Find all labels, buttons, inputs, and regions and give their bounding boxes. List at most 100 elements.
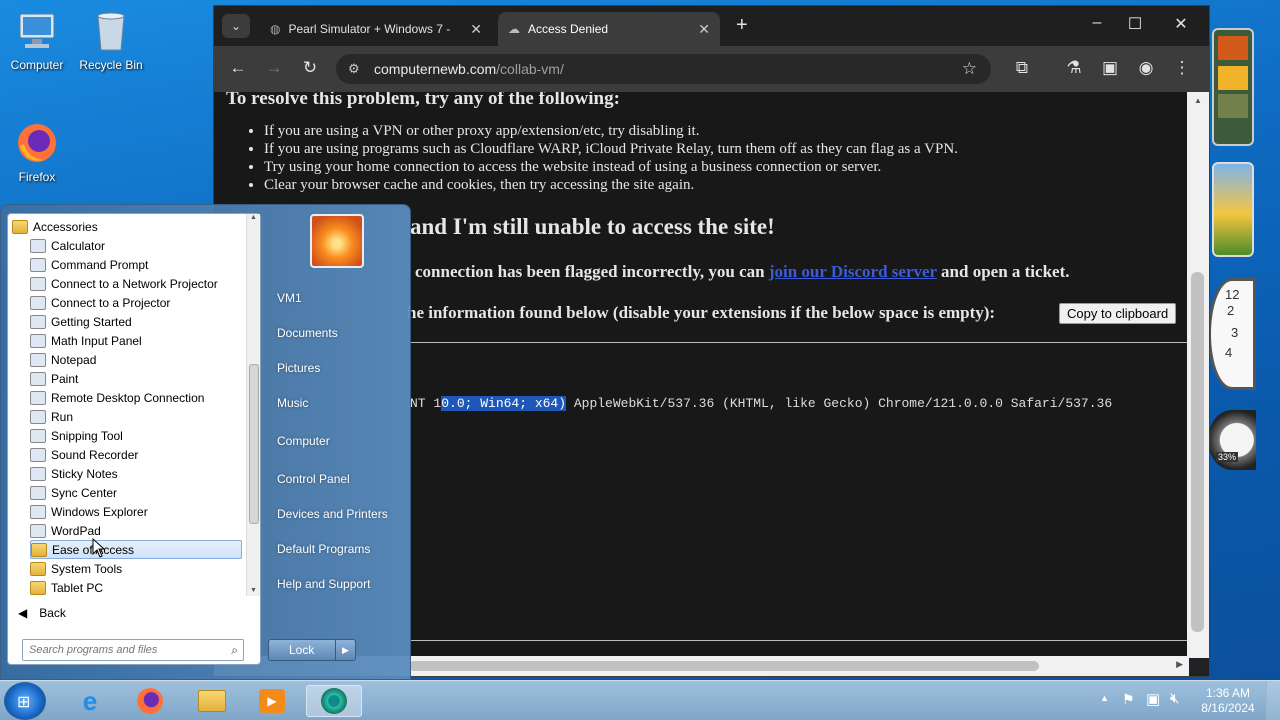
start-button[interactable]: ⊞ (4, 682, 46, 720)
start-menu-link[interactable]: Pictures (277, 361, 320, 375)
search-box[interactable]: ⌕ (22, 639, 244, 661)
back-label: Back (39, 606, 66, 620)
tab-search-button[interactable]: ⌄ (222, 14, 250, 38)
network-icon[interactable]: ▣ (1146, 690, 1160, 708)
programs-scrollbar[interactable]: ▲ ▼ (246, 214, 260, 596)
program-item[interactable]: Connect to a Network Projector (30, 274, 242, 293)
folder-accessories[interactable]: Accessories (12, 217, 246, 236)
start-menu-link[interactable]: Music (277, 396, 308, 410)
url-domain: computernewb.com (374, 61, 497, 77)
reload-button[interactable]: ↻ (298, 58, 322, 78)
picture-gadget[interactable] (1212, 162, 1254, 257)
globe-icon: ◍ (270, 22, 281, 36)
program-icon (30, 447, 46, 462)
internet-explorer-icon: e (82, 685, 98, 716)
start-menu-programs-pane: Accessories Calculator Command Prompt Conn… (7, 213, 261, 665)
desktop-icon-computer[interactable]: Computer (2, 8, 72, 72)
back-button[interactable]: ◀ Back (18, 606, 66, 620)
program-item[interactable]: Snipping Tool (30, 426, 242, 445)
vertical-scrollbar[interactable]: ▲ (1187, 92, 1209, 658)
program-item[interactable]: Sound Recorder (30, 445, 242, 464)
program-item[interactable]: Command Prompt (30, 255, 242, 274)
flagged-text: connection has been flagged incorrectly,… (415, 262, 765, 281)
start-menu-link[interactable]: Computer (277, 434, 330, 448)
scroll-right-arrow-icon[interactable]: ▶ (1176, 659, 1183, 670)
program-icon (30, 466, 46, 481)
clock-gadget: 12 2 3 4 (1208, 278, 1256, 390)
labs-flask-icon[interactable]: ⚗ (1062, 58, 1086, 78)
profile-avatar-icon[interactable]: ◉ (1134, 58, 1158, 78)
volume-muted-icon[interactable]: 🔇︎ (1170, 690, 1179, 707)
close-window-button[interactable]: ✕ (1166, 14, 1196, 34)
scroll-thumb[interactable] (249, 364, 259, 524)
side-panel-icon[interactable]: ▣ (1098, 58, 1122, 78)
lock-options-arrow-icon[interactable]: ▶ (335, 640, 355, 660)
scroll-down-arrow-icon[interactable]: ▼ (247, 587, 260, 594)
desktop-icon-label: Computer (10, 58, 64, 72)
show-desktop-button[interactable] (1266, 681, 1280, 720)
program-item[interactable]: Paint (30, 369, 242, 388)
close-tab-icon[interactable]: ✕ (698, 21, 710, 38)
program-item[interactable]: Ease of Access (30, 540, 242, 559)
search-input[interactable] (23, 640, 213, 660)
start-menu-link[interactable]: Devices and Printers (277, 507, 388, 521)
program-item[interactable]: Windows Explorer (30, 502, 242, 521)
scroll-up-arrow-icon[interactable]: ▲ (1187, 92, 1209, 105)
lock-label: Lock (289, 643, 315, 657)
program-item[interactable]: Tablet PC (30, 578, 242, 596)
taskbar-windows-explorer[interactable] (184, 685, 240, 717)
minimize-button[interactable]: – (1082, 14, 1112, 32)
desktop-icon-recycle-bin[interactable]: Recycle Bin (76, 8, 146, 72)
scroll-thumb[interactable] (1191, 272, 1204, 632)
start-menu-link[interactable]: Default Programs (277, 542, 370, 556)
program-item[interactable]: System Tools (30, 559, 242, 578)
program-item[interactable]: Remote Desktop Connection (30, 388, 242, 407)
program-item[interactable]: Getting Started (30, 312, 242, 331)
program-item[interactable]: Math Input Panel (30, 331, 242, 350)
extensions-icon[interactable]: ⧉ (1010, 58, 1034, 78)
taskbar-chrome[interactable] (306, 685, 362, 717)
menu-kebab-icon[interactable]: ⋮ (1170, 58, 1194, 78)
scroll-thumb-horizontal[interactable] (409, 661, 1039, 671)
tab-pearl-simulator[interactable]: ◍ Pearl Simulator + Windows 7 - ✕ (260, 12, 492, 46)
new-tab-button[interactable]: + (736, 14, 748, 37)
scroll-up-arrow-icon[interactable]: ▲ (247, 214, 260, 221)
taskbar-media-player[interactable]: ▶ (244, 685, 300, 717)
forward-button[interactable]: → (262, 58, 286, 78)
site-info-icon[interactable]: ⚙ (348, 61, 360, 77)
taskbar-internet-explorer[interactable]: e (62, 685, 118, 717)
program-item[interactable]: Calculator (30, 236, 242, 255)
program-item[interactable]: Sticky Notes (30, 464, 242, 483)
program-item[interactable]: Sync Center (30, 483, 242, 502)
address-bar[interactable]: ⚙ computernewb.com/collab-vm/ ☆ (336, 54, 991, 84)
mouse-cursor-icon (92, 537, 106, 561)
program-item[interactable]: Connect to a Projector (30, 293, 242, 312)
clock[interactable]: 1:36 AM 8/16/2024 (1198, 686, 1258, 716)
action-center-flag-icon[interactable]: ⚑ (1122, 691, 1135, 708)
start-menu-link[interactable]: Help and Support (277, 577, 370, 591)
program-icon (30, 504, 46, 519)
discord-link[interactable]: join our Discord server (769, 262, 937, 281)
tray-overflow-icon[interactable]: ▲ (1100, 693, 1109, 703)
start-menu-link[interactable]: VM1 (277, 291, 302, 305)
maximize-button[interactable]: ☐ (1120, 14, 1150, 34)
program-item[interactable]: Notepad (30, 350, 242, 369)
start-menu-link[interactable]: Documents (277, 326, 338, 340)
program-item[interactable]: Run (30, 407, 242, 426)
taskbar-firefox[interactable] (122, 685, 178, 717)
search-icon[interactable]: ⌕ (231, 643, 238, 658)
lock-button[interactable]: Lock ▶ (268, 639, 356, 661)
clock-number-4: 4 (1225, 345, 1233, 360)
tab-access-denied[interactable]: ☁ Access Denied ✕ (498, 12, 720, 46)
bookmark-star-icon[interactable]: ☆ (962, 59, 977, 79)
user-avatar[interactable] (310, 214, 364, 268)
slideshow-gadget[interactable] (1212, 28, 1254, 146)
program-item[interactable]: WordPad (30, 521, 242, 540)
program-label: Tablet PC (51, 580, 104, 595)
close-tab-icon[interactable]: ✕ (470, 21, 482, 38)
start-menu-link[interactable]: Control Panel (277, 472, 350, 486)
back-button[interactable]: ← (226, 58, 250, 78)
desktop-icon-firefox[interactable]: Firefox (2, 120, 72, 184)
program-icon (30, 409, 46, 424)
copy-to-clipboard-button[interactable]: Copy to clipboard (1059, 303, 1177, 324)
